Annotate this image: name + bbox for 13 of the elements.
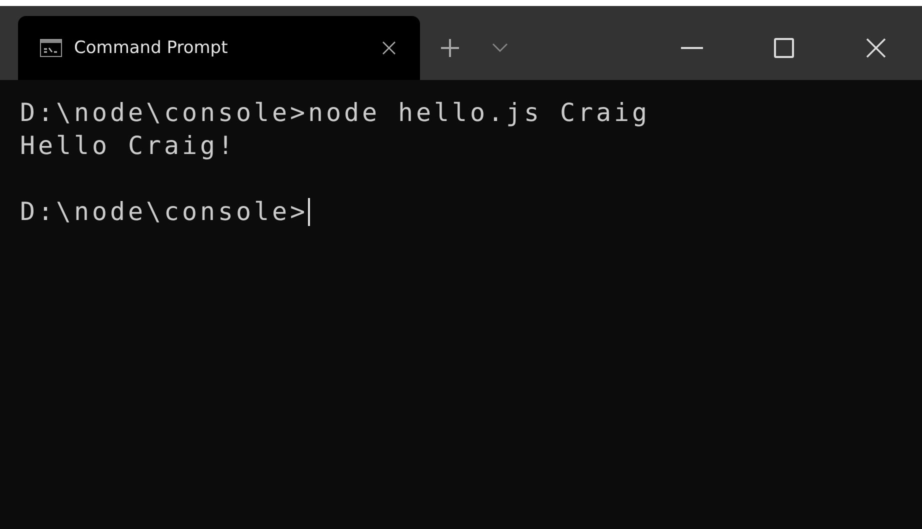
chevron-down-icon — [492, 43, 508, 53]
close-icon — [382, 41, 396, 55]
terminal-icon — [40, 39, 62, 57]
text-cursor — [308, 198, 310, 226]
maximize-icon — [774, 38, 794, 58]
plus-icon — [440, 38, 460, 58]
output-line: Hello Craig! — [20, 130, 236, 162]
minimize-icon — [681, 47, 703, 49]
tab[interactable]: Command Prompt — [18, 16, 420, 80]
command-prompt: D:\node\console> — [20, 196, 308, 228]
tab-title: Command Prompt — [74, 38, 229, 58]
output-line: D:\node\console>node hello.js Craig — [20, 97, 650, 129]
close-icon — [866, 38, 886, 58]
